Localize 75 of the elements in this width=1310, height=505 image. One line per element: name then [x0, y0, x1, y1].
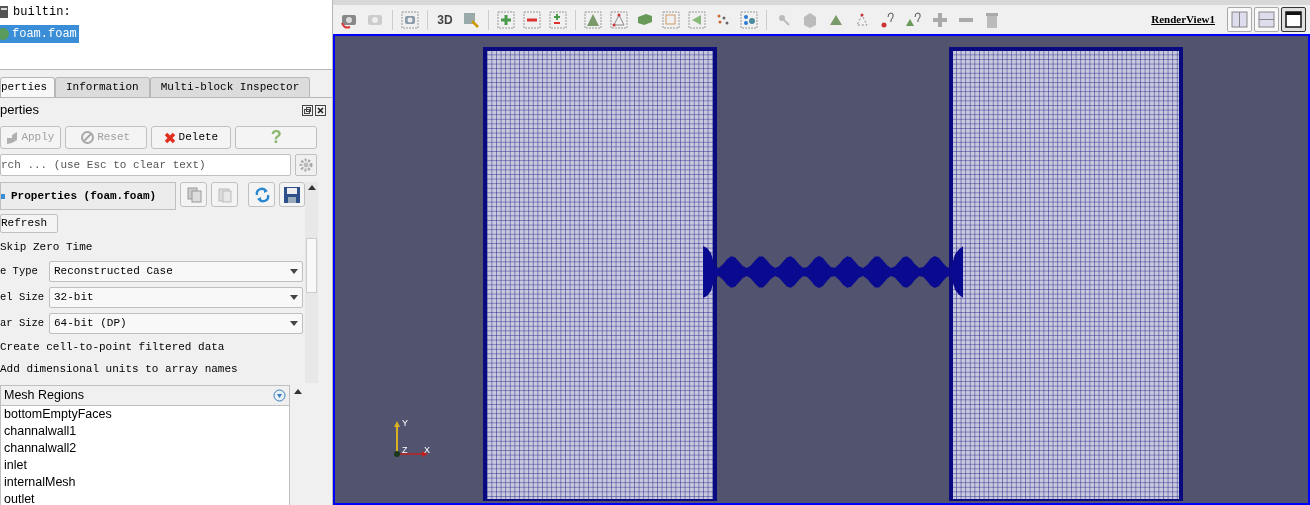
- dropdown[interactable]: 32-bit: [49, 287, 303, 308]
- axes-icon: [394, 421, 428, 457]
- plus-icon: [931, 10, 949, 29]
- layout-button[interactable]: [1281, 7, 1306, 32]
- close-icon: [315, 104, 326, 116]
- zoom-icon: [462, 10, 480, 29]
- dropdown-arrow-icon: [290, 269, 298, 274]
- field-label: ar Size: [0, 315, 46, 331]
- cube-points-icon: [662, 10, 680, 29]
- axis-label: Y: [402, 417, 408, 430]
- list-item[interactable]: outlet: [1, 490, 289, 505]
- scrollbar[interactable]: [305, 182, 318, 383]
- split-vertical-icon: [1258, 11, 1275, 28]
- trash-icon: [983, 10, 1001, 29]
- maximize-icon: [1285, 11, 1302, 28]
- point-query-icon: [879, 10, 897, 29]
- bullet-icon: [1, 193, 5, 199]
- arrow-icon: [6, 130, 19, 145]
- table-header: Mesh Regions: [1, 385, 289, 406]
- list-item[interactable]: inlet: [1, 456, 289, 474]
- list-item[interactable]: channalwall1: [1, 422, 289, 440]
- split-horizontal-icon: [1231, 11, 1248, 28]
- paste-button[interactable]: [211, 182, 238, 207]
- source-icon: [0, 27, 10, 41]
- view-name: RenderView1: [1151, 12, 1215, 28]
- no-entry-icon: [81, 131, 95, 144]
- zoom-out-icon: [523, 10, 541, 29]
- save-icon: [283, 185, 301, 204]
- copy-icon: [184, 185, 203, 204]
- refresh-button[interactable]: [248, 182, 275, 207]
- list-item[interactable]: channalwall2: [1, 439, 289, 457]
- three-d-button[interactable]: 3D: [433, 7, 457, 32]
- search-field[interactable]: rch ... (use Esc to clear text): [0, 154, 291, 176]
- dropdown[interactable]: Reconstructed Case: [49, 261, 303, 282]
- scroll-up-icon: [293, 387, 302, 394]
- option-label: Skip Zero Time: [0, 240, 93, 256]
- dropdown-arrow-icon: [290, 321, 298, 326]
- save-button[interactable]: [279, 182, 305, 207]
- arrow-select-icon: [688, 10, 706, 29]
- cube-icon: [801, 10, 819, 29]
- list-item[interactable]: internalMesh: [1, 473, 289, 491]
- select-points-icon: [740, 10, 758, 29]
- panel-title: perties: [0, 101, 40, 120]
- zoom-fit-icon: [549, 10, 567, 29]
- refresh-button[interactable]: Refresh: [0, 214, 58, 233]
- scroll-thumb[interactable]: [306, 238, 317, 293]
- tab[interactable]: Information: [55, 77, 150, 97]
- points-icon: [610, 10, 628, 29]
- delete-icon: [163, 131, 176, 144]
- server-icon: [0, 5, 8, 19]
- option-label: Add dimensional units to array names: [0, 362, 238, 378]
- pipeline-item[interactable]: builtin:: [0, 3, 73, 21]
- dropdown-arrow-icon: [290, 295, 298, 300]
- copy-button[interactable]: [180, 182, 207, 207]
- cell-query-icon: [905, 10, 923, 29]
- tab[interactable]: perties: [0, 77, 55, 97]
- settings-icon: [299, 158, 313, 172]
- zoom-in-icon: [497, 10, 515, 29]
- float-icon: [302, 104, 313, 116]
- scroll-up-icon: [307, 184, 316, 190]
- section-title: Properties (foam.foam): [11, 188, 157, 204]
- screenshot-icon: [401, 10, 419, 29]
- tab[interactable]: Multi-block Inspector: [149, 77, 311, 97]
- axis-label: Z: [402, 444, 408, 457]
- axis-label: X: [424, 444, 430, 457]
- triangle-icon: [584, 10, 602, 29]
- list-item[interactable]: bottomEmptyFaces: [1, 405, 289, 423]
- option-label: Create cell-to-point filtered data: [0, 340, 225, 356]
- field-label: el Size: [0, 289, 46, 305]
- paste-icon: [215, 185, 234, 204]
- dropdown[interactable]: 64-bit (DP): [49, 313, 303, 334]
- field-label: e Type: [0, 263, 39, 279]
- settings-button[interactable]: [295, 154, 317, 176]
- minus-icon: [959, 17, 973, 22]
- delete-button[interactable]: Delete: [150, 126, 232, 149]
